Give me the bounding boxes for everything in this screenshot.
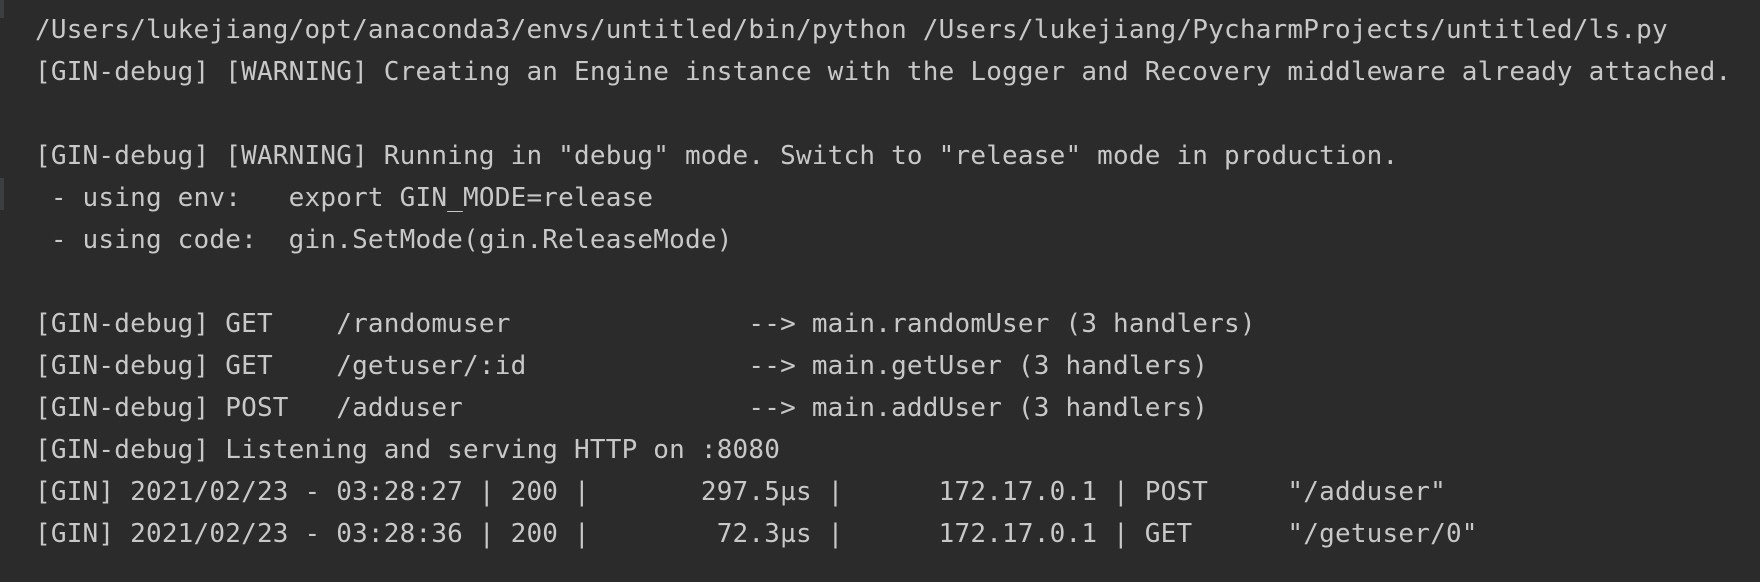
console-line-request-log: [GIN] 2021/02/23 - 03:28:27 | 200 | 297.…	[35, 477, 1446, 507]
run-console-output[interactable]: /Users/lukejiang/opt/anaconda3/envs/unti…	[0, 0, 1760, 582]
console-line-route-randomuser: [GIN-debug] GET /randomuser --> main.ran…	[35, 309, 1256, 339]
console-line-warning-engine: [GIN-debug] [WARNING] Creating an Engine…	[35, 57, 1732, 87]
console-line-command: /Users/lukejiang/opt/anaconda3/envs/unti…	[35, 15, 1668, 45]
console-line-warning-debug-mode: [GIN-debug] [WARNING] Running in "debug"…	[35, 141, 1399, 171]
console-line-request-log: [GIN] 2021/02/23 - 03:28:36 | 200 | 72.3…	[35, 519, 1478, 549]
console-line-route-getuser: [GIN-debug] GET /getuser/:id --> main.ge…	[35, 351, 1209, 381]
console-line-using-env: - using env: export GIN_MODE=release	[35, 183, 654, 213]
console-line-route-adduser: [GIN-debug] POST /adduser --> main.addUs…	[35, 393, 1209, 423]
gutter-marker	[0, 0, 4, 18]
gutter-marker	[0, 178, 4, 210]
console-line-listening: [GIN-debug] Listening and serving HTTP o…	[35, 435, 781, 465]
console-line-using-code: - using code: gin.SetMode(gin.ReleaseMod…	[35, 225, 733, 255]
